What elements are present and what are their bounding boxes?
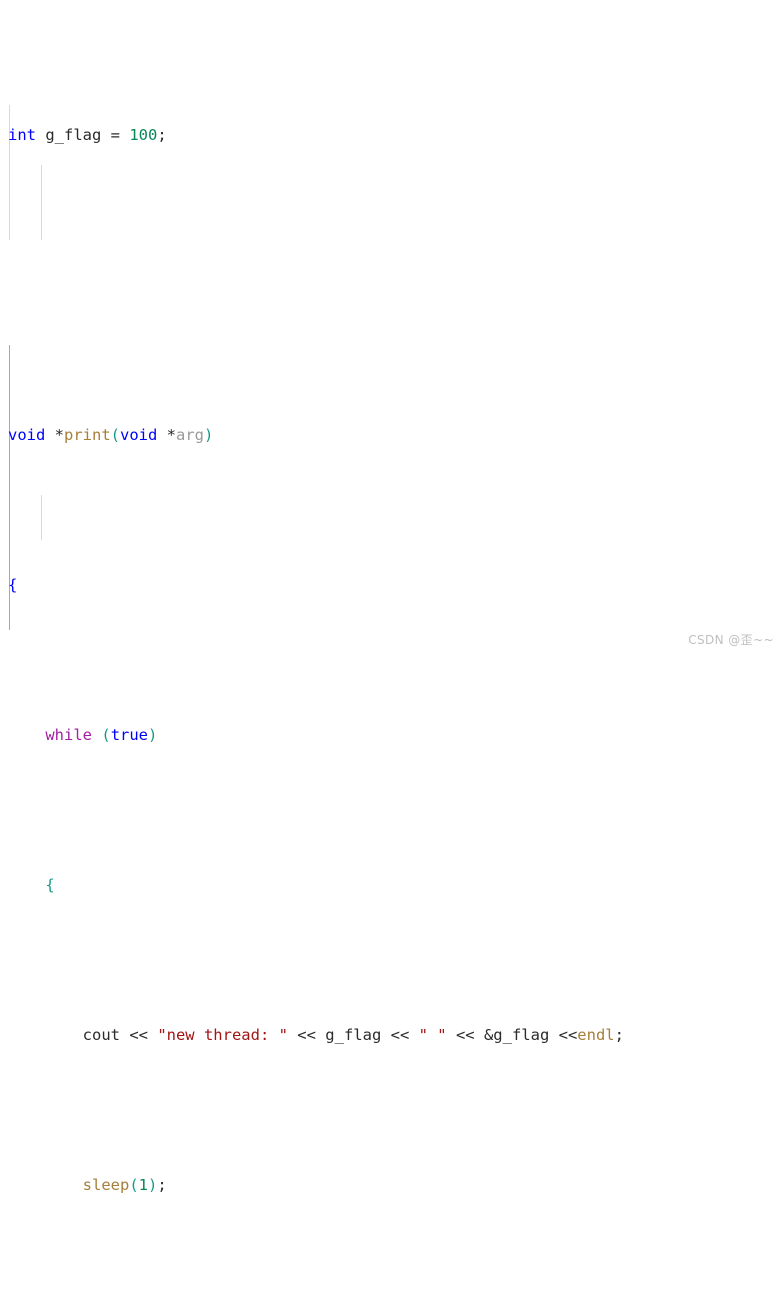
token-paren-close: ) bbox=[204, 426, 214, 444]
code-content[interactable]: int g_flag = 100; void *print(void *arg)… bbox=[0, 0, 784, 1308]
token-number-100: 100 bbox=[129, 126, 158, 144]
token-brace-open-while: { bbox=[45, 876, 55, 894]
token-identifier-endl: endl bbox=[577, 1026, 615, 1044]
code-editor[interactable]: int g_flag = 100; void *print(void *arg)… bbox=[0, 0, 784, 1194]
token-function-sleep: sleep bbox=[82, 1176, 130, 1194]
token-keyword-void: void bbox=[8, 426, 46, 444]
code-line-5[interactable]: while (true) bbox=[0, 720, 784, 750]
code-line-7[interactable]: cout << "new thread: " << g_flag << " " … bbox=[0, 1020, 784, 1050]
token-identifier-g-flag: g_flag bbox=[45, 126, 102, 144]
token-identifier-cout: cout bbox=[82, 1026, 120, 1044]
token-brace-open-print: { bbox=[8, 576, 18, 594]
token-function-print: print bbox=[64, 426, 111, 444]
code-line-4[interactable]: { bbox=[0, 570, 784, 600]
token-param-arg: arg bbox=[176, 426, 205, 444]
token-keyword-int: int bbox=[8, 126, 36, 144]
token-identifier-g-flag: g_flag bbox=[325, 1026, 382, 1044]
token-keyword-while: while bbox=[45, 726, 92, 744]
token-keyword-void-param: void bbox=[120, 426, 158, 444]
code-line-6[interactable]: { bbox=[0, 870, 784, 900]
code-line-3[interactable]: void *print(void *arg) bbox=[0, 420, 784, 450]
token-number-1: 1 bbox=[138, 1176, 149, 1194]
code-line-1[interactable]: int g_flag = 100; bbox=[0, 120, 784, 150]
token-identifier-g-flag-ref: g_flag bbox=[493, 1026, 550, 1044]
code-line-8[interactable]: sleep(1); bbox=[0, 1170, 784, 1200]
code-line-2[interactable] bbox=[0, 270, 784, 300]
token-string-new-thread: "new thread: " bbox=[157, 1026, 288, 1044]
token-keyword-true: true bbox=[110, 726, 149, 744]
csdn-watermark: CSDN @歪~~ bbox=[688, 633, 774, 647]
token-string-space: " " bbox=[418, 1026, 447, 1044]
token-paren-open: ( bbox=[110, 426, 121, 444]
